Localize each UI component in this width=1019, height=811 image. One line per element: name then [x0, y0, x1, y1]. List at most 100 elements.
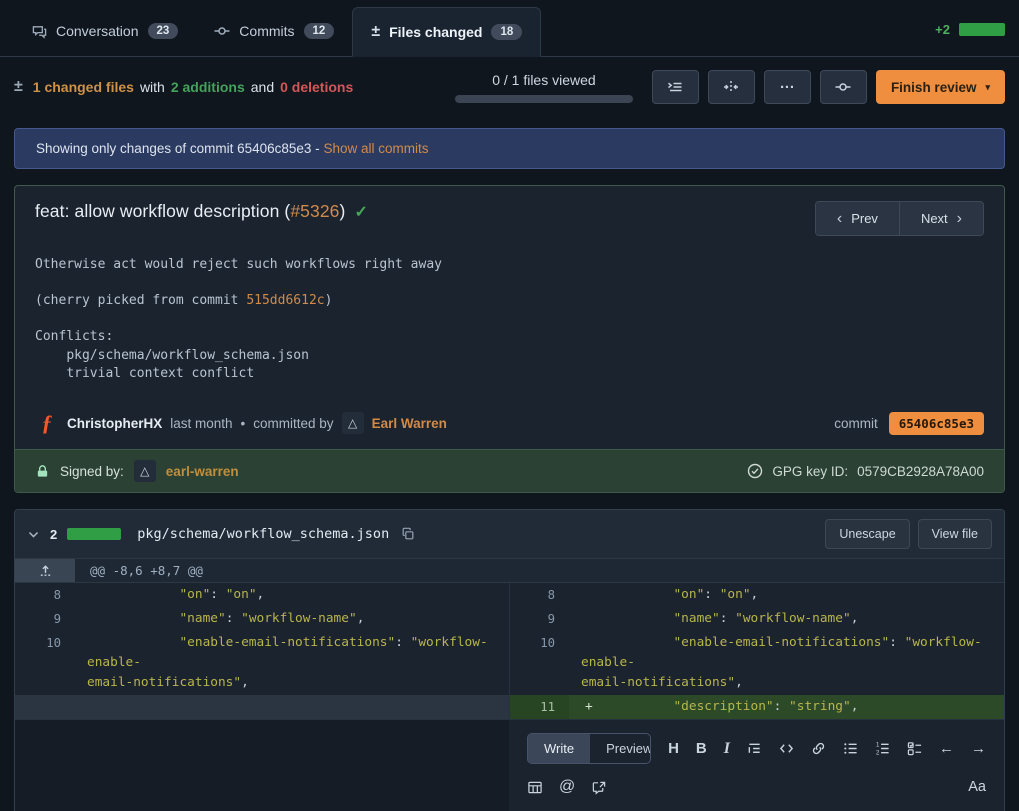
ordered-list-icon[interactable]: 1 2: [875, 741, 890, 756]
line-number[interactable]: [15, 695, 75, 719]
code-icon[interactable]: [779, 741, 794, 756]
files-viewed: 0 / 1 files viewed: [455, 72, 633, 103]
text-size-toggle[interactable]: Aa: [968, 779, 986, 795]
line-number[interactable]: 9: [509, 607, 569, 631]
code-line: + "description": "string",: [569, 695, 1004, 719]
diff-file-panel: 2 pkg/schema/workflow_schema.json Unesca…: [14, 509, 1005, 811]
conversation-icon: [32, 24, 47, 39]
more-options-button[interactable]: ···: [764, 70, 811, 104]
hunk-header: @@ -8,6 +8,7 @@: [75, 559, 1004, 582]
ellipsis-icon: ···: [780, 79, 795, 96]
diff-table: 8 "on": "on",8 "on": "on",9 "name": "wor…: [15, 583, 1004, 719]
banner-text: Showing only changes of commit 65406c85e…: [36, 141, 320, 156]
heading-icon[interactable]: H: [668, 740, 679, 757]
committer-name[interactable]: Earl Warren: [372, 416, 447, 431]
next-label: Next: [921, 211, 948, 226]
split-diff-toggle-button[interactable]: [708, 70, 755, 104]
tab-files-changed-label: Files changed: [389, 24, 482, 40]
redo-icon[interactable]: →: [971, 740, 986, 757]
verified-circle-icon: [747, 463, 763, 479]
line-number[interactable]: 8: [509, 583, 569, 607]
cherry-commit-link[interactable]: 515dd6612c: [246, 293, 324, 308]
commit-message-line1: Otherwise act would reject such workflow…: [35, 256, 984, 275]
finish-review-button[interactable]: Finish review ▾: [876, 70, 1005, 104]
line-number[interactable]: 11: [509, 695, 569, 719]
line-number[interactable]: 10: [15, 631, 75, 695]
inline-comment-row: Write Preview H B I: [15, 719, 1004, 811]
copy-path-icon[interactable]: [401, 527, 415, 541]
commit-sha-badge[interactable]: 65406c85e3: [889, 412, 984, 435]
line-number[interactable]: 8: [15, 583, 75, 607]
chevron-right-icon: ›: [957, 214, 962, 224]
author-name[interactable]: ChristopherHX: [67, 416, 162, 431]
code-line: "name": "workflow-name",: [569, 607, 1004, 631]
changed-files-link[interactable]: 1 changed files: [33, 79, 134, 95]
editor-format-icons: H B I: [668, 740, 986, 758]
svg-text:2: 2: [876, 750, 880, 756]
reference-icon[interactable]: [591, 780, 607, 795]
collapse-file-icon[interactable]: [27, 528, 40, 541]
file-tree-toggle-button[interactable]: [652, 70, 699, 104]
line-number[interactable]: 9: [15, 607, 75, 631]
finish-review-label: Finish review: [891, 80, 977, 95]
author-avatar[interactable]: ƒ: [35, 411, 59, 435]
commit-time: last month: [170, 416, 232, 431]
prev-commit-button[interactable]: ‹ Prev: [816, 202, 899, 235]
tab-files-changed[interactable]: ± Files changed 18: [352, 7, 541, 57]
preview-tab[interactable]: Preview: [590, 734, 651, 763]
file-diffstat-bar: [67, 528, 121, 540]
pr-diffstat: +2: [935, 22, 1005, 37]
tab-commits[interactable]: Commits 12: [196, 6, 352, 56]
comment-row-left-filler: [15, 719, 509, 811]
summary-with: with: [140, 79, 165, 95]
issue-link[interactable]: #5326: [290, 201, 339, 221]
toolbar-actions: 0 / 1 files viewed ···: [455, 70, 1005, 104]
commit-filter-banner: Showing only changes of commit 65406c85e…: [14, 128, 1005, 169]
code-line: "on": "on",: [569, 583, 1004, 607]
unescape-button[interactable]: Unescape: [825, 519, 909, 549]
code-line: "enable-email-notifications": "workflow-…: [569, 631, 1004, 695]
additions-text: 2 additions: [171, 79, 245, 95]
changed-files-summary: ± 1 changed files with 2 additions and 0…: [14, 78, 353, 96]
editor-tabs: Write Preview: [527, 733, 651, 764]
next-commit-button[interactable]: Next ›: [899, 202, 983, 235]
table-icon[interactable]: [527, 780, 543, 795]
gpg-key-label: GPG key ID:: [772, 464, 848, 479]
committer-avatar[interactable]: △: [342, 412, 364, 434]
editor-toolbar-row1: Write Preview H B I: [527, 733, 986, 764]
tab-commits-label: Commits: [239, 23, 294, 39]
committed-by-label: committed by: [253, 416, 333, 431]
write-tab[interactable]: Write: [528, 734, 590, 763]
dot-separator: •: [241, 416, 246, 431]
commit-message: Otherwise act would reject such workflow…: [35, 256, 984, 384]
quote-icon[interactable]: [747, 741, 762, 756]
svg-text:1: 1: [876, 742, 880, 749]
verified-check-icon: ✓: [354, 204, 368, 221]
show-all-commits-link[interactable]: Show all commits: [323, 141, 428, 156]
commit-meta-row: ƒ ChristopherHX last month • committed b…: [15, 401, 1004, 449]
code-line: [75, 695, 509, 719]
unordered-list-icon[interactable]: [843, 741, 858, 756]
files-viewed-label: 0 / 1 files viewed: [492, 72, 596, 88]
view-file-button[interactable]: View file: [918, 519, 992, 549]
cherry-prefix: (cherry picked from commit: [35, 293, 246, 308]
italic-icon[interactable]: I: [724, 740, 730, 758]
undo-icon[interactable]: ←: [939, 740, 954, 757]
expand-hunk-button[interactable]: [15, 559, 75, 582]
link-icon[interactable]: [811, 741, 826, 756]
commit-message-conflicts: Conflicts: pkg/schema/workflow_schema.js…: [35, 328, 984, 385]
bold-icon[interactable]: B: [696, 740, 707, 757]
tab-conversation[interactable]: Conversation 23: [14, 6, 196, 56]
task-list-icon[interactable]: [907, 741, 922, 756]
pr-tab-bar: Conversation 23 Commits 12 ± Files chang…: [0, 0, 1019, 57]
cherry-suffix: ): [325, 293, 333, 308]
signer-name[interactable]: earl-warren: [166, 464, 239, 479]
added-line-marker: +: [585, 697, 593, 717]
signer-avatar[interactable]: △: [134, 460, 156, 482]
mention-icon[interactable]: @: [559, 778, 575, 796]
diffstat-additions: +2: [935, 22, 950, 37]
inline-comment-editor: Write Preview H B I: [509, 719, 1004, 811]
line-number[interactable]: 10: [509, 631, 569, 695]
code-line: "on": "on",: [75, 583, 509, 607]
commit-select-button[interactable]: [820, 70, 867, 104]
